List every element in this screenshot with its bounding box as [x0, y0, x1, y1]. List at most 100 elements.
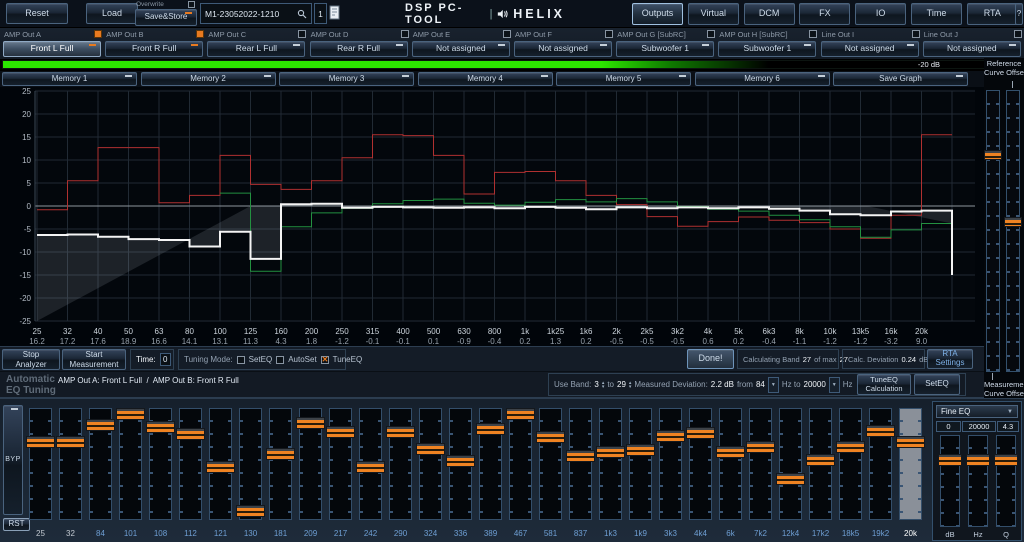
eq-band-handle[interactable]	[656, 430, 685, 442]
spinner-band-from[interactable]: ▴▾	[602, 381, 605, 389]
eq-band-slider-4k4[interactable]	[689, 408, 712, 520]
eq-band-slider-3k3[interactable]	[659, 408, 682, 520]
bypass-button[interactable]: BYP	[3, 405, 23, 515]
eq-band-slider-25[interactable]	[29, 408, 52, 520]
freq-to-dropdown[interactable]: ▼	[829, 377, 840, 393]
reset-button[interactable]: Reset	[6, 3, 68, 24]
save-store-button[interactable]: Save&Store	[135, 9, 197, 26]
fine-eq-gain-slider[interactable]	[940, 435, 960, 527]
amp-out-checkbox[interactable]	[605, 30, 613, 38]
eq-band-handle[interactable]	[116, 408, 145, 420]
use-band-to[interactable]: 29	[617, 380, 626, 389]
eq-band-slider-20k[interactable]	[899, 408, 922, 520]
eq-band-handle[interactable]	[296, 417, 325, 429]
eq-band-handle[interactable]	[806, 454, 835, 466]
rta-settings-button[interactable]: RTA Settings	[927, 349, 973, 369]
channel-button-not-assigned[interactable]: Not assigned	[514, 41, 612, 57]
fine-eq-dropdown[interactable]: Fine EQ ▼	[936, 405, 1018, 418]
eq-band-handle[interactable]	[536, 431, 565, 443]
memory-button-memory-4[interactable]: Memory 4	[418, 72, 553, 86]
nav-tab-io[interactable]: IO	[855, 3, 906, 25]
eq-band-handle[interactable]	[746, 441, 775, 453]
eq-band-handle[interactable]	[896, 436, 925, 448]
memory-button-memory-5[interactable]: Memory 5	[556, 72, 691, 86]
eq-band-slider-1k9[interactable]	[629, 408, 652, 520]
amp-out-checkbox[interactable]	[196, 30, 204, 38]
help-button[interactable]: ?	[1015, 3, 1023, 25]
memory-button-memory-2[interactable]: Memory 2	[141, 72, 276, 86]
nav-tab-outputs[interactable]: Outputs	[632, 3, 683, 25]
nav-tab-time[interactable]: Time	[911, 3, 962, 25]
nav-tab-fx[interactable]: FX	[799, 3, 850, 25]
eq-band-handle[interactable]	[506, 408, 535, 420]
amp-out-checkbox[interactable]	[94, 30, 102, 38]
nav-tab-dcm[interactable]: DCM	[744, 3, 795, 25]
eq-band-handle[interactable]	[386, 426, 415, 438]
filename-input[interactable]: M1-23052022-1210	[200, 3, 312, 24]
eq-band-handle[interactable]	[326, 426, 355, 438]
eq-band-slider-18k5[interactable]	[839, 408, 862, 520]
eq-band-slider-1k3[interactable]	[599, 408, 622, 520]
eq-band-slider-130[interactable]	[239, 408, 262, 520]
spinner-band-to[interactable]: ▴▾	[629, 381, 632, 389]
eq-band-handle[interactable]	[446, 455, 475, 467]
fine-eq-q-slider[interactable]	[996, 435, 1016, 527]
eq-band-slider-467[interactable]	[509, 408, 532, 520]
set-eq-button[interactable]: SetEQ	[914, 374, 960, 395]
eq-band-slider-181[interactable]	[269, 408, 292, 520]
search-icon[interactable]	[297, 9, 307, 19]
fine-eq-freq-value[interactable]: 20000	[962, 421, 996, 432]
edit-document-icon[interactable]	[329, 5, 341, 21]
seteq-checkbox[interactable]	[237, 356, 245, 364]
eq-band-slider-290[interactable]	[389, 408, 412, 520]
channel-button-not-assigned[interactable]: Not assigned	[821, 41, 919, 57]
nav-tab-virtual[interactable]: Virtual	[688, 3, 739, 25]
eq-band-slider-32[interactable]	[59, 408, 82, 520]
memory-button-memory-3[interactable]: Memory 3	[279, 72, 414, 86]
eq-band-handle[interactable]	[596, 446, 625, 458]
freq-from-dropdown[interactable]: ▼	[768, 377, 779, 393]
use-band-from[interactable]: 3	[594, 380, 598, 389]
freq-from-value[interactable]: 84	[756, 380, 765, 389]
tune-eq-calculation-button[interactable]: TuneEQCalculation	[857, 374, 911, 395]
load-button[interactable]: Load	[86, 3, 138, 24]
tuneeq-checkbox[interactable]: ✕	[321, 356, 329, 364]
memory-button-memory-6[interactable]: Memory 6	[695, 72, 830, 86]
amp-out-checkbox[interactable]	[912, 30, 920, 38]
eq-band-handle[interactable]	[836, 441, 865, 453]
nav-tab-rta[interactable]: RTA	[967, 3, 1018, 25]
rta-response-graph[interactable]: 2520151050-5-10-15-20-252516.23217.24017…	[0, 87, 984, 346]
channel-button-not-assigned[interactable]: Not assigned	[923, 41, 1021, 57]
eq-band-slider-7k2[interactable]	[749, 408, 772, 520]
eq-band-handle[interactable]	[356, 461, 385, 473]
eq-band-handle[interactable]	[206, 461, 235, 473]
amp-out-checkbox[interactable]	[503, 30, 511, 38]
eq-band-slider-112[interactable]	[179, 408, 202, 520]
eq-band-handle[interactable]	[626, 444, 655, 456]
amp-out-checkbox[interactable]	[1014, 30, 1022, 38]
start-measurement-button[interactable]: StartMeasurement	[62, 349, 126, 370]
time-value[interactable]: 0	[160, 353, 171, 366]
channel-button-not-assigned[interactable]: Not assigned	[412, 41, 510, 57]
channel-button-rear-l-full[interactable]: Rear L Full	[207, 41, 305, 57]
eq-band-slider-101[interactable]	[119, 408, 142, 520]
eq-band-handle[interactable]	[146, 421, 175, 433]
eq-band-slider-6k[interactable]	[719, 408, 742, 520]
eq-band-slider-324[interactable]	[419, 408, 442, 520]
eq-band-slider-837[interactable]	[569, 408, 592, 520]
eq-band-handle[interactable]	[266, 448, 295, 460]
eq-band-handle[interactable]	[416, 443, 445, 455]
done-button[interactable]: Done!	[687, 349, 734, 369]
channel-button-rear-r-full[interactable]: Rear R Full	[310, 41, 408, 57]
fine-eq-gain-handle[interactable]	[938, 454, 962, 466]
overwrite-checkbox[interactable]	[188, 1, 195, 8]
amp-out-checkbox[interactable]	[298, 30, 306, 38]
eq-band-handle[interactable]	[686, 427, 715, 439]
eq-band-handle[interactable]	[176, 428, 205, 440]
channel-button-subwoofer-1[interactable]: Subwoofer 1	[718, 41, 816, 57]
eq-band-handle[interactable]	[56, 436, 85, 448]
memory-button-save-graph[interactable]: Save Graph	[833, 72, 968, 86]
amp-out-checkbox[interactable]	[401, 30, 409, 38]
reference-curve-offset-slider[interactable]	[986, 90, 1000, 372]
eq-band-handle[interactable]	[86, 419, 115, 431]
